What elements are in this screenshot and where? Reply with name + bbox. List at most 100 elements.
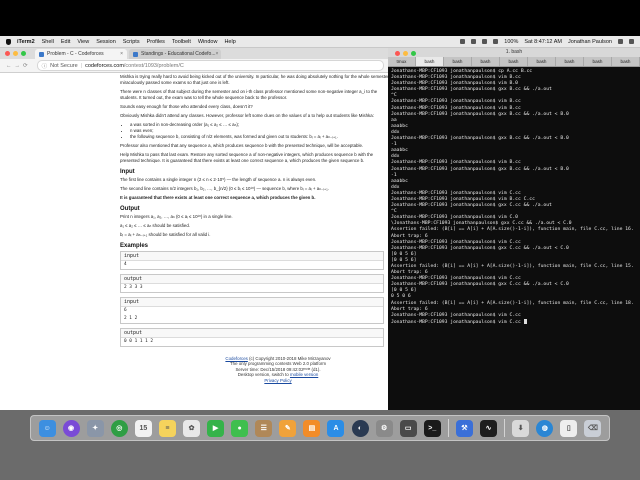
- trash-icon[interactable]: ⌫: [584, 419, 602, 437]
- close-tab-icon[interactable]: ×: [216, 51, 219, 57]
- system-preferences-icon[interactable]: ⚙: [375, 419, 393, 437]
- terminal-output[interactable]: Jonathans-MBP:CF1093 jonathanpaulson$ cp…: [388, 67, 640, 328]
- tab-title: Problem - C - Codeforces: [47, 51, 104, 57]
- terminal-tab[interactable]: bash: [472, 57, 500, 66]
- sample-output-label: output: [121, 275, 383, 284]
- menu-view[interactable]: View: [77, 39, 89, 45]
- dock: ☺ ◉ ✦ ◎ 15 ≡ ✿ ▶ ● ☰ ✎ ▤ A ◐ ⚙ ▭ >_ ⚒ ∿ ⬇ ◍ ▯ ⌫: [30, 415, 610, 441]
- facetime-icon[interactable]: ▶: [207, 419, 225, 437]
- nav-buttons[interactable]: ←→⟳: [6, 63, 31, 69]
- close-window-icon[interactable]: [5, 50, 10, 56]
- minimize-window-icon[interactable]: [403, 50, 408, 56]
- activity-monitor-icon[interactable]: ∿: [480, 419, 498, 437]
- text-cursor: [523, 318, 527, 324]
- example-1-output: output 2 3 3 3: [120, 274, 384, 293]
- calendar-icon[interactable]: 15: [134, 419, 152, 437]
- contacts-icon[interactable]: ☰: [255, 419, 273, 437]
- wifi-status-icon[interactable]: [482, 39, 488, 44]
- pages-icon[interactable]: ✎: [279, 419, 297, 437]
- zoom-window-icon[interactable]: [21, 50, 26, 56]
- terminal-tab[interactable]: bash: [528, 57, 556, 66]
- terminal-tab[interactable]: bash: [584, 57, 612, 66]
- sample-input-text[interactable]: 2 1 2: [121, 315, 383, 323]
- finder-icon[interactable]: ☺: [38, 419, 56, 437]
- messages-icon[interactable]: ●: [231, 419, 249, 437]
- dock-separator: [504, 419, 506, 437]
- terminal-tabs: tmux bash bash bash bash bash bash bash bash: [388, 57, 640, 67]
- close-window-icon[interactable]: [395, 50, 400, 56]
- terminal-title-bar: 1. bash: [388, 47, 640, 57]
- screen-recorder-icon[interactable]: ◍: [536, 419, 554, 437]
- notification-center-icon[interactable]: [629, 39, 634, 44]
- legend-p3: Sounds easy enough for those who attende…: [120, 104, 253, 109]
- sample-output-text[interactable]: 0 0 1 1 1 2: [121, 338, 383, 346]
- app-store-icon[interactable]: A: [327, 419, 345, 437]
- window-controls: [395, 47, 419, 59]
- steam-icon[interactable]: ◐: [351, 419, 369, 437]
- spotlight-icon[interactable]: [618, 39, 623, 44]
- menu-scripts[interactable]: Scripts: [123, 39, 140, 45]
- mobile-version-link[interactable]: mobile version: [290, 372, 318, 377]
- launchpad-icon[interactable]: ✦: [86, 419, 104, 437]
- browser-tab-bar: Problem - C - Codeforces × Standings - E…: [0, 47, 390, 59]
- clock[interactable]: Sat 8:47:12 AM: [524, 39, 562, 45]
- user-name[interactable]: Jonathan Paulson: [568, 39, 612, 45]
- menu-toolbelt[interactable]: Toolbelt: [172, 39, 191, 45]
- browser-tab-problem[interactable]: Problem - C - Codeforces ×: [35, 49, 127, 59]
- downloads-stack-icon[interactable]: ⬇: [512, 419, 530, 437]
- display-icon[interactable]: ▭: [399, 419, 417, 437]
- input-guarantee: It is guaranteed that there exists at le…: [120, 195, 316, 200]
- output-p3: bᵢ = aᵢ + aₙ₋ᵢ₊₁ should be satisfied for…: [120, 232, 211, 237]
- page-footer: Codeforces (c) Copyright 2010-2018 Mike …: [218, 356, 338, 383]
- minimize-window-icon[interactable]: [13, 50, 18, 56]
- menu-help[interactable]: Help: [224, 39, 235, 45]
- menu-shell[interactable]: Shell: [42, 39, 54, 45]
- output-heading: Output: [120, 206, 140, 212]
- volume-status-icon[interactable]: [493, 39, 499, 44]
- terminal-window[interactable]: 1. bash tmux bash bash bash bash bash bash bash…: [388, 47, 640, 410]
- clue-item: the following sequence b, consisting of …: [130, 134, 390, 140]
- footer-line: Desktop version, switch to: [237, 372, 290, 378]
- legend-p5: Professor also mentioned that any sequen…: [120, 143, 364, 148]
- legend-p4: Obviously Mishka didn't attend any class…: [120, 113, 374, 118]
- legend-p6: Help Mishka to pass that last exam. Rest…: [120, 152, 374, 163]
- terminal-tab[interactable]: bash: [500, 57, 528, 66]
- terminal-tab[interactable]: bash: [556, 57, 584, 66]
- terminal-icon[interactable]: >_: [423, 419, 441, 437]
- menu-window[interactable]: Window: [198, 39, 218, 45]
- terminal-tab[interactable]: bash: [612, 57, 640, 66]
- menu-session[interactable]: Session: [96, 39, 116, 45]
- zoom-window-icon[interactable]: [411, 50, 416, 56]
- terminal-tab[interactable]: bash: [416, 57, 444, 66]
- info-icon[interactable]: ⓘ: [42, 62, 48, 70]
- terminal-tab[interactable]: bash: [444, 57, 472, 66]
- document-stack-icon[interactable]: ▯: [560, 419, 578, 437]
- apple-menu-icon[interactable]: [6, 38, 11, 45]
- close-tab-icon[interactable]: ×: [120, 51, 123, 57]
- books-icon[interactable]: ▤: [303, 419, 321, 437]
- sample-input-text[interactable]: 4: [121, 261, 383, 269]
- privacy-policy-link[interactable]: Privacy Policy: [264, 378, 291, 383]
- problem-statement: Mishka is trying really hard to avoid be…: [120, 74, 390, 383]
- menu-edit[interactable]: Edit: [61, 39, 70, 45]
- codeforces-link[interactable]: Codeforces: [225, 356, 247, 361]
- copyright-text: (c) Copyright 2010-2018 Mike Mirzayanov: [247, 356, 331, 361]
- siri-icon[interactable]: ◉: [62, 419, 80, 437]
- xcode-icon[interactable]: ⚒: [455, 419, 473, 437]
- address-bar[interactable]: ⓘ Not Secure | codeforces.com /contest/1…: [36, 60, 384, 71]
- sample-output-text[interactable]: 2 3 3 3: [121, 284, 383, 292]
- menu-profiles[interactable]: Profiles: [147, 39, 165, 45]
- battery-percent[interactable]: 100%: [504, 39, 518, 45]
- notes-icon[interactable]: ≡: [158, 419, 176, 437]
- browser-tab-standings[interactable]: Standings - Educational Codefo... ×: [129, 49, 221, 59]
- bluetooth-status-icon[interactable]: [471, 39, 477, 44]
- status-area: 100% Sat 8:47:12 AM Jonathan Paulson: [460, 39, 640, 45]
- example-2-output: output 0 0 1 1 1 2: [120, 328, 384, 347]
- menu-app-name[interactable]: iTerm2: [17, 39, 35, 45]
- dropbox-status-icon[interactable]: [460, 39, 466, 44]
- chrome-icon[interactable]: ◎: [110, 419, 128, 437]
- browser-window: Problem - C - Codeforces × Standings - E…: [0, 47, 390, 410]
- photos-icon[interactable]: ✿: [183, 419, 200, 437]
- sample-input-label: input: [121, 298, 383, 307]
- sample-input-text[interactable]: 6: [121, 307, 383, 315]
